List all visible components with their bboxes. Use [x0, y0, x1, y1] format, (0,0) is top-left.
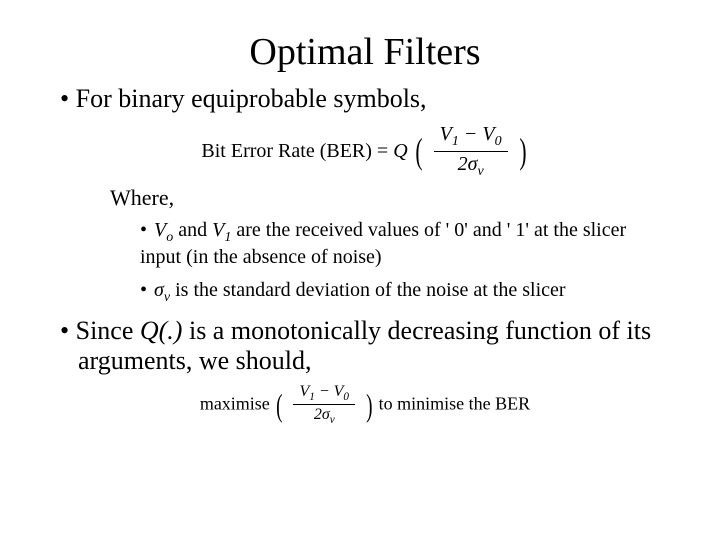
and-text: and: [173, 219, 212, 241]
v1-sub: 1: [452, 134, 459, 149]
slide: Optimal Filters • For binary equiprobabl…: [0, 0, 720, 448]
two-sigma2: 2σ: [314, 406, 330, 423]
v1-sym: V: [440, 123, 452, 145]
sub-bullet-sigma: • σν is the standard deviation of the no…: [140, 279, 640, 306]
tail-text: to minimise the BER: [379, 393, 531, 413]
sigma-sub: ν: [477, 164, 483, 179]
rparen-icon: ): [519, 133, 526, 169]
v0c-sub: 0: [343, 391, 349, 403]
v1c-sym: V: [299, 383, 309, 400]
sigma2-sub: ν: [330, 414, 335, 426]
vo-sym: V: [154, 219, 166, 241]
lparen-icon: (: [415, 133, 422, 169]
rparen2-icon: ): [366, 389, 372, 421]
v0-sym: V: [482, 123, 494, 145]
sub-bullet-values: • Vo and V1 are the received values of '…: [140, 219, 640, 269]
two-sigma: 2σ: [458, 153, 478, 175]
max-numerator: V1 − V0: [293, 382, 355, 406]
dot1: •: [140, 219, 152, 241]
q-of-dot: Q(.): [140, 316, 183, 345]
fraction-max: V1 − V0 2σν: [293, 382, 355, 428]
fraction-ber: V1 − V0 2σν: [434, 122, 508, 181]
formula-maximise: maximise ( V1 − V0 2σν ) to minimise the…: [50, 382, 680, 428]
maximise-text: maximise: [200, 393, 270, 413]
since-pre: • Since: [60, 316, 140, 345]
minus-sym: −: [459, 123, 483, 145]
where-label: Where,: [110, 185, 680, 211]
sub2-rest: is the standard deviation of the noise a…: [170, 279, 565, 301]
ber-lhs: Bit Error Rate (BER) =: [201, 140, 393, 162]
q-func: Q: [393, 140, 407, 162]
lparen2-icon: (: [276, 389, 282, 421]
v0-sub: 0: [495, 134, 502, 149]
v1b-sym: V: [212, 219, 224, 241]
slide-title: Optimal Filters: [50, 30, 680, 74]
ber-numerator: V1 − V0: [434, 122, 508, 152]
max-denominator: 2σν: [293, 405, 355, 428]
bullet-binary: • For binary equiprobable symbols,: [60, 84, 680, 114]
formula-ber: Bit Error Rate (BER) = Q ( V1 − V0 2σν ): [50, 122, 680, 181]
dot2: •: [140, 279, 152, 301]
ber-denominator: 2σν: [434, 152, 508, 181]
sigma-sym: σ: [154, 279, 164, 301]
minus2-sym: −: [315, 383, 334, 400]
bullet-since: • Since Q(.) is a monotonically decreasi…: [60, 316, 660, 376]
v0c-sym: V: [334, 383, 344, 400]
